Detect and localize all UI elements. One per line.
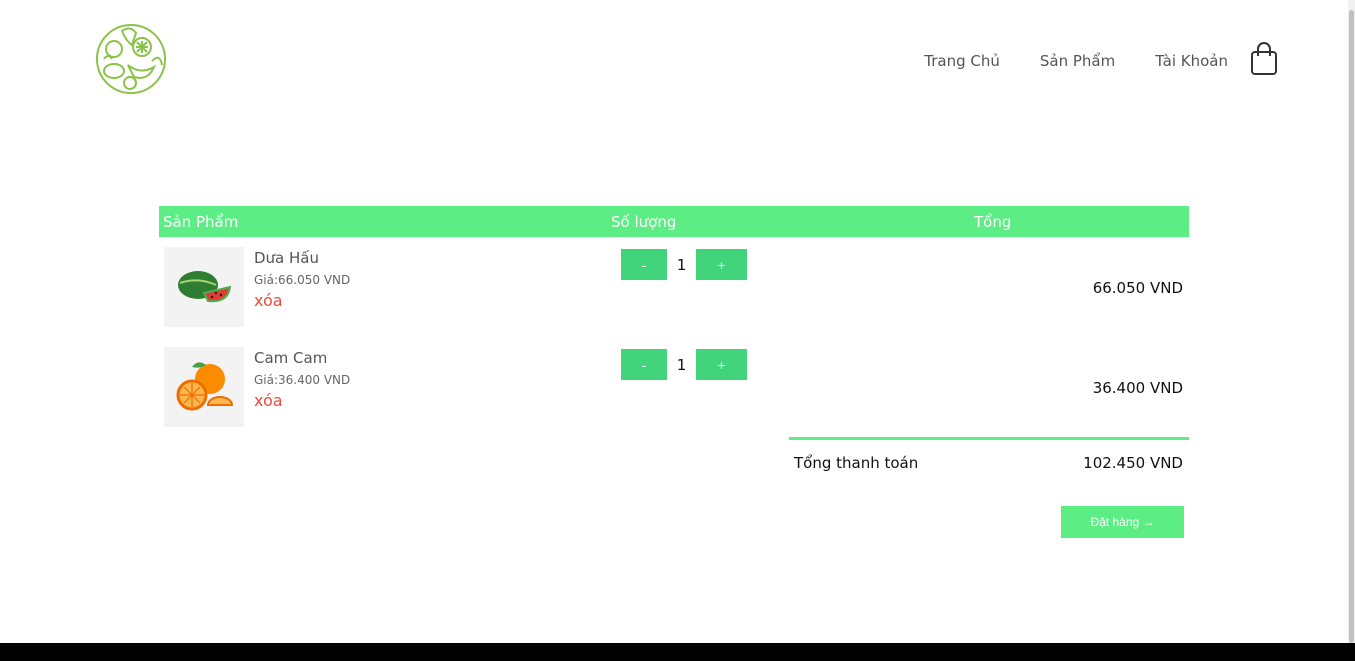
header-total: Tổng (974, 213, 1012, 231)
quantity-value: 1 (676, 255, 687, 274)
summary-total: 102.450 VND (1083, 454, 1183, 472)
quantity-value: 1 (676, 355, 687, 374)
product-name: Cam Cam (254, 349, 328, 367)
product-price: Giá:36.400 VND (254, 373, 351, 387)
decrease-button[interactable]: - (621, 249, 667, 280)
page-scrollbar[interactable] (1348, 0, 1355, 643)
product-image (164, 347, 244, 427)
footer (0, 643, 1355, 661)
increase-button[interactable]: + (696, 349, 747, 380)
scrollbar-thumb[interactable] (1349, 10, 1354, 643)
remove-link[interactable]: xóa (254, 391, 283, 410)
product-name: Dưa Hấu (254, 249, 319, 267)
orange-icon (176, 362, 234, 411)
nav-home[interactable]: Trang Chủ (924, 52, 1000, 70)
row-total: 36.400 VND (1092, 379, 1183, 397)
order-summary: Tổng thanh toán 102.450 VND (789, 437, 1189, 480)
summary-label: Tổng thanh toán (794, 454, 919, 472)
nav-products[interactable]: Sản Phẩm (1040, 52, 1115, 70)
remove-link[interactable]: xóa (254, 291, 283, 310)
decrease-button[interactable]: - (621, 349, 667, 380)
cart-table: Sản Phẩm Số lượng Tổng Dưa Hấu Giá:66.05… (159, 206, 1189, 437)
header-quantity: Số lượng (611, 213, 677, 231)
header-product: Sản Phẩm (163, 213, 239, 231)
product-price: Giá:66.050 VND (254, 273, 351, 287)
watermelon-icon (178, 271, 232, 303)
quantity-stepper: - 1 + (621, 349, 747, 380)
product-image (164, 247, 244, 327)
nav-account[interactable]: Tài Khoản (1155, 52, 1228, 70)
main-nav: Trang Chủ Sản Phẩm Tài Khoản (924, 52, 1228, 70)
table-row: Dưa Hấu Giá:66.050 VND xóa - 1 + 66.050 … (159, 237, 1189, 337)
increase-button[interactable]: + (696, 249, 747, 280)
table-header: Sản Phẩm Số lượng Tổng (159, 206, 1189, 237)
quantity-stepper: - 1 + (621, 249, 747, 280)
site-header: Trang Chủ Sản Phẩm Tài Khoản (0, 0, 1348, 120)
row-total: 66.050 VND (1092, 279, 1183, 297)
place-order-button[interactable]: Đặt hàng → (1061, 506, 1184, 538)
shopping-bag-icon[interactable] (1250, 42, 1278, 76)
logo[interactable] (92, 19, 170, 99)
table-row: Cam Cam Giá:36.400 VND xóa - 1 + 36.400 … (159, 337, 1189, 437)
